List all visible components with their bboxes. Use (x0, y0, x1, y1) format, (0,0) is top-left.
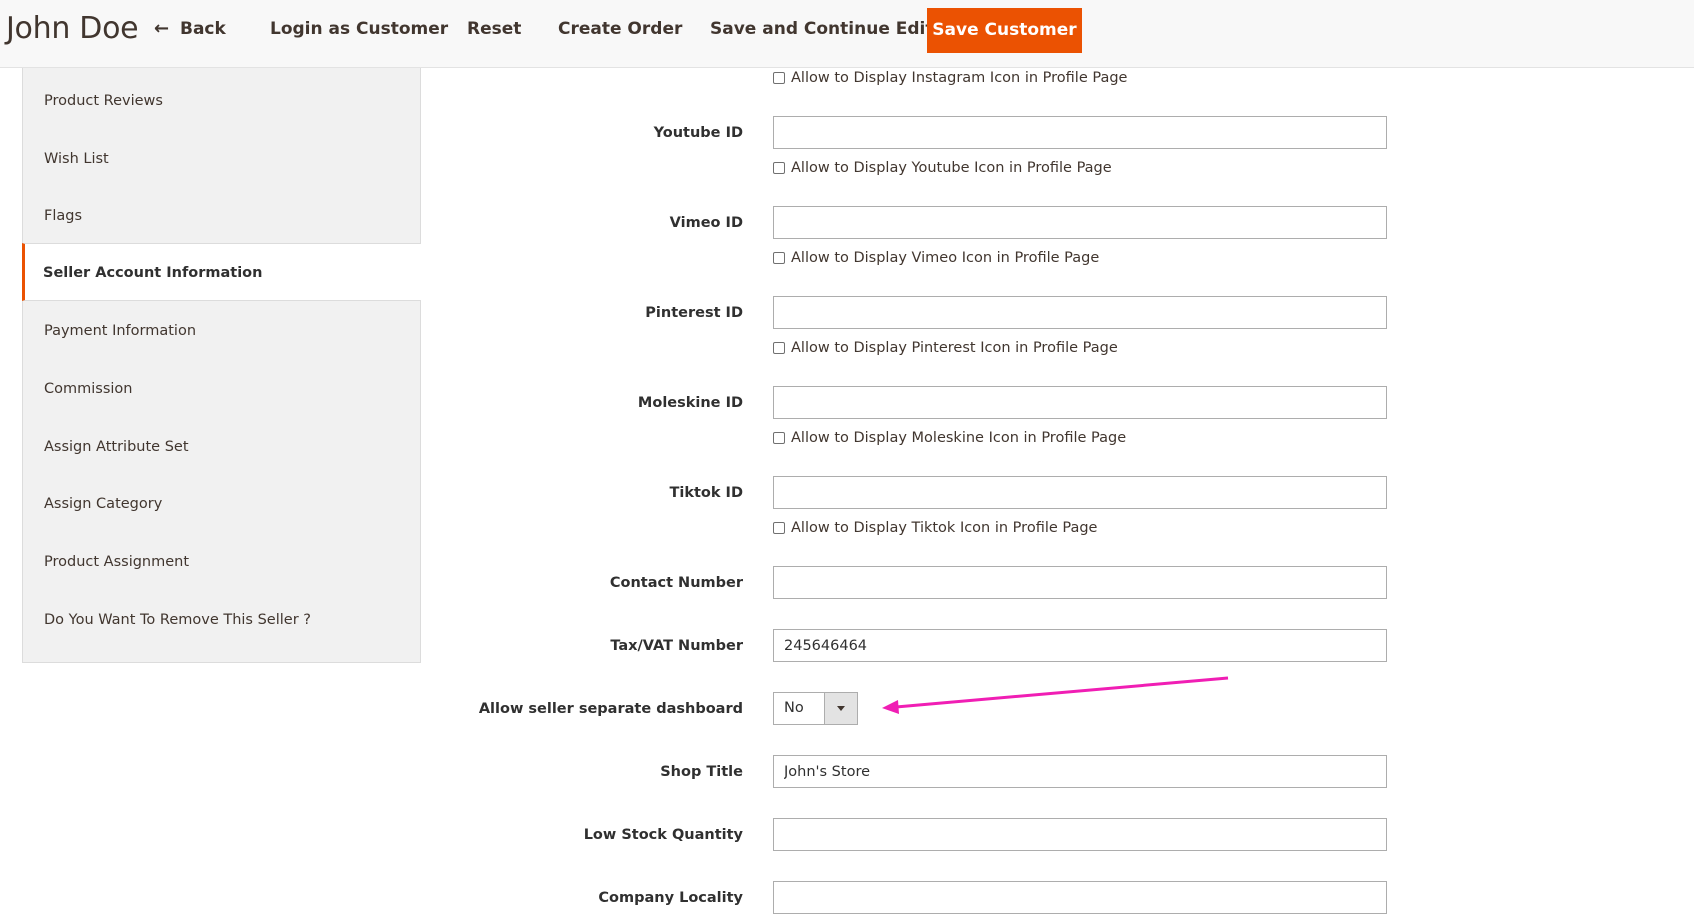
vimeo-id-input[interactable] (773, 206, 1387, 239)
instagram-display-checkbox[interactable] (773, 72, 785, 84)
youtube-display-checkbox-label: Allow to Display Youtube Icon in Profile… (791, 160, 1112, 176)
separate-dashboard-label: Allow seller separate dashboard (478, 701, 743, 717)
contact-number-input[interactable] (773, 566, 1387, 599)
separate-dashboard-value: No (784, 700, 804, 716)
vimeo-display-checkbox-row[interactable]: Allow to Display Vimeo Icon in Profile P… (773, 249, 1099, 267)
page-header: John Doe ← Back Login as Customer Reset C… (0, 0, 1694, 68)
tax-vat-label: Tax/VAT Number (610, 638, 743, 654)
vimeo-id-label: Vimeo ID (669, 215, 743, 231)
company-locality-label: Company Locality (598, 890, 743, 906)
reset-button[interactable]: Reset (467, 10, 521, 55)
pinterest-id-label: Pinterest ID (645, 305, 743, 321)
pinterest-display-checkbox-label: Allow to Display Pinterest Icon in Profi… (791, 340, 1118, 356)
moleskine-display-checkbox-row[interactable]: Allow to Display Moleskine Icon in Profi… (773, 429, 1126, 447)
tiktok-display-checkbox-row[interactable]: Allow to Display Tiktok Icon in Profile … (773, 519, 1097, 537)
moleskine-id-input[interactable] (773, 386, 1387, 419)
separate-dashboard-select[interactable]: No (773, 692, 858, 725)
youtube-display-checkbox-row[interactable]: Allow to Display Youtube Icon in Profile… (773, 159, 1112, 177)
moleskine-id-label: Moleskine ID (637, 395, 743, 411)
seller-account-form: Allow to Display Instagram Icon in Profi… (0, 68, 1694, 915)
back-button[interactable]: ← Back (154, 10, 226, 55)
chevron-down-icon (837, 706, 845, 711)
login-as-customer-button[interactable]: Login as Customer (270, 10, 448, 55)
tiktok-id-label: Tiktok ID (669, 485, 743, 501)
contact-number-label: Contact Number (609, 575, 743, 591)
shop-title-input[interactable] (773, 755, 1387, 788)
company-locality-input[interactable] (773, 881, 1387, 914)
page-title: John Doe (6, 11, 139, 46)
select-toggle[interactable] (824, 693, 857, 724)
youtube-id-label: Youtube ID (653, 125, 743, 141)
vimeo-display-checkbox-label: Allow to Display Vimeo Icon in Profile P… (791, 250, 1100, 266)
save-and-continue-button[interactable]: Save and Continue Edit (710, 10, 934, 55)
tax-vat-input[interactable] (773, 629, 1387, 662)
vimeo-display-checkbox[interactable] (773, 252, 785, 264)
pinterest-display-checkbox[interactable] (773, 342, 785, 354)
pinterest-id-input[interactable] (773, 296, 1387, 329)
tiktok-display-checkbox-label: Allow to Display Tiktok Icon in Profile … (791, 520, 1098, 536)
youtube-display-checkbox[interactable] (773, 162, 785, 174)
instagram-display-checkbox-row[interactable]: Allow to Display Instagram Icon in Profi… (773, 69, 1127, 87)
low-stock-quantity-label: Low Stock Quantity (583, 827, 743, 843)
back-button-label: Back (180, 19, 226, 39)
pinterest-display-checkbox-row[interactable]: Allow to Display Pinterest Icon in Profi… (773, 339, 1118, 357)
tiktok-display-checkbox[interactable] (773, 522, 785, 534)
moleskine-display-checkbox[interactable] (773, 432, 785, 444)
shop-title-label: Shop Title (660, 764, 743, 780)
youtube-id-input[interactable] (773, 116, 1387, 149)
arrow-left-icon: ← (154, 18, 170, 39)
moleskine-display-checkbox-label: Allow to Display Moleskine Icon in Profi… (791, 430, 1127, 446)
create-order-button[interactable]: Create Order (558, 10, 682, 55)
instagram-display-checkbox-label: Allow to Display Instagram Icon in Profi… (791, 70, 1128, 86)
low-stock-quantity-input[interactable] (773, 818, 1387, 851)
save-customer-button[interactable]: Save Customer (927, 8, 1082, 53)
tiktok-id-input[interactable] (773, 476, 1387, 509)
